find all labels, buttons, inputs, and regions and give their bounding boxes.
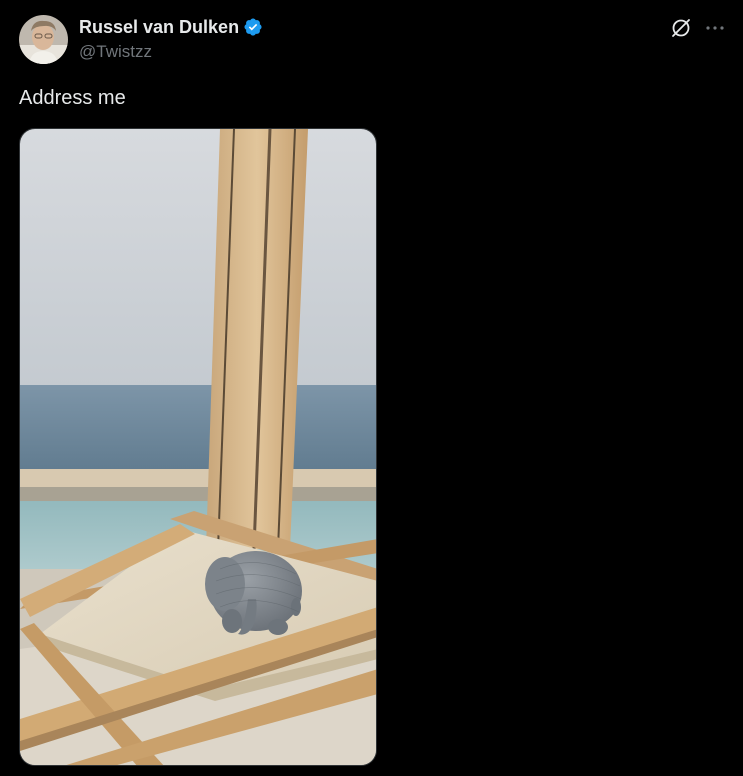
author-display-name: Russel van Dulken (79, 17, 240, 37)
tweet-photo[interactable] (19, 128, 377, 766)
grok-icon[interactable] (669, 16, 693, 40)
avatar-image (19, 15, 68, 64)
more-options-icon[interactable] (703, 16, 727, 40)
avatar[interactable] (19, 15, 68, 64)
tweet-text: Address me (19, 87, 126, 109)
author-name-row[interactable]: Russel van Dulken (79, 16, 263, 38)
tweet-card: Russel van Dulken @Twistzz Address me (0, 0, 743, 776)
photo-elephant-plush-on-deck-chair (20, 129, 376, 765)
verified-badge-icon (243, 17, 263, 37)
author-handle[interactable]: @Twistzz (79, 41, 152, 63)
